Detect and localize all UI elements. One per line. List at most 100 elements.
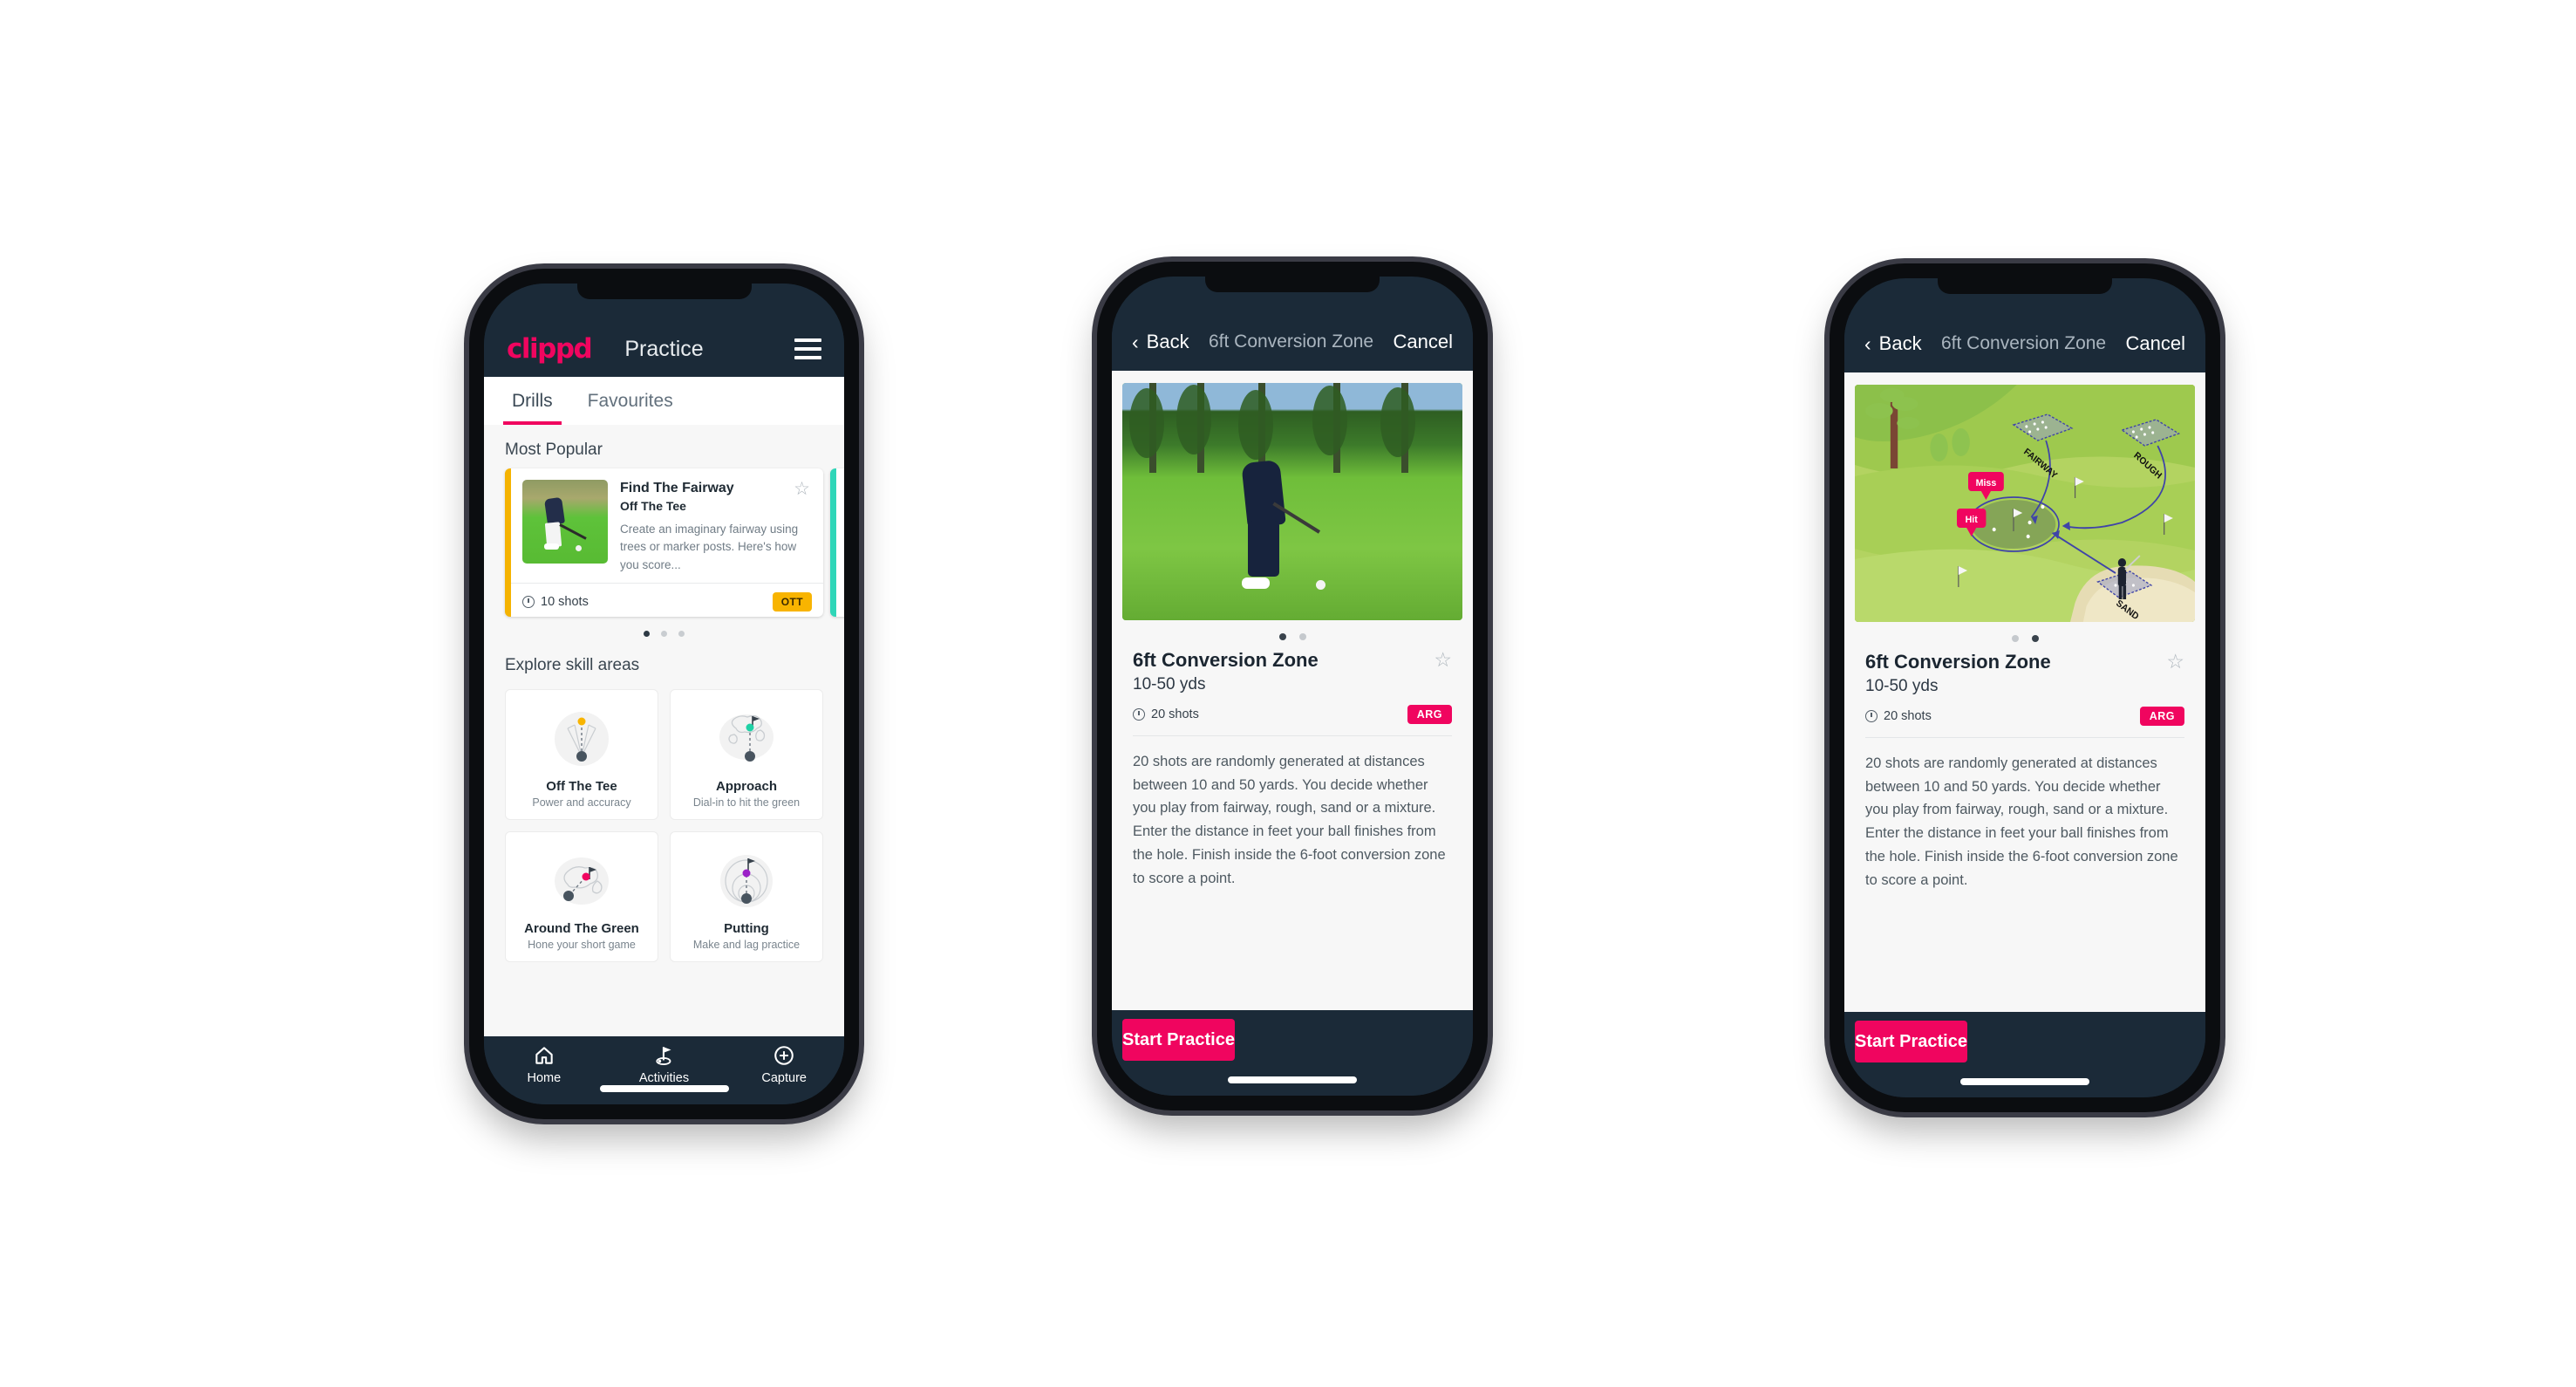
approach-green-icon xyxy=(678,702,815,775)
media-dot-1[interactable] xyxy=(2011,635,2019,642)
chevron-left-icon: ‹ xyxy=(1864,331,1871,355)
drill-thumbnail xyxy=(522,480,608,564)
home-indicator xyxy=(1960,1078,2089,1085)
home-indicator xyxy=(1228,1076,1357,1083)
detail-nav-bar: ‹ Back 6ft Conversion Zone Cancel xyxy=(1112,313,1473,371)
media-carousel-dots xyxy=(1112,620,1473,649)
drill-description: Create an imaginary fairway using trees … xyxy=(620,523,799,571)
media-dot-2[interactable] xyxy=(1298,633,1306,640)
detail-content: FAIRWAY ROUGH SAND Miss Hit ☆ 6ft Conver… xyxy=(1844,372,2205,1012)
nav-item-activities[interactable]: Activities xyxy=(604,1044,725,1085)
media-dot-1[interactable] xyxy=(1278,633,1286,640)
nav-label-activities: Activities xyxy=(638,1071,690,1085)
phone-drill-detail-photo: ‹ Back 6ft Conversion Zone Cancel ☆ 6ft … xyxy=(1097,262,1488,1110)
drill-media-illustration[interactable]: FAIRWAY ROUGH SAND Miss Hit xyxy=(1855,385,2195,622)
detail-nav-title: 6ft Conversion Zone xyxy=(1941,333,2107,353)
drill-title: 6ft Conversion Zone xyxy=(1133,649,1319,671)
back-button[interactable]: ‹ Back xyxy=(1864,332,1922,355)
detail-nav-bar: ‹ Back 6ft Conversion Zone Cancel xyxy=(1844,315,2205,372)
golf-course-diagram: FAIRWAY ROUGH SAND Miss Hit xyxy=(1855,385,2195,622)
drill-card-footer: 10 shots OTT xyxy=(511,582,823,617)
nav-label-capture: Capture xyxy=(761,1071,807,1085)
drill-card[interactable]: ☆ Find The Fairway Off The Tee Create an… xyxy=(505,468,823,617)
phone-drill-detail-diagram: ‹ Back 6ft Conversion Zone Cancel FAIRWA… xyxy=(1830,263,2220,1112)
putting-rings-icon xyxy=(678,844,815,918)
clock-icon xyxy=(522,595,535,608)
drill-skill: Off The Tee xyxy=(620,499,686,514)
drill-media-photo[interactable] xyxy=(1122,383,1462,620)
detail-content: ☆ 6ft Conversion Zone 10-50 yds 20 shots… xyxy=(1112,371,1473,1010)
skill-name: Around The Green xyxy=(524,921,639,936)
plus-circle-icon xyxy=(774,1046,794,1065)
drill-card-top: ☆ Find The Fairway Off The Tee Create an… xyxy=(511,468,823,583)
carousel-dot-1[interactable] xyxy=(644,631,650,637)
drill-card-next-peek[interactable] xyxy=(830,468,844,617)
back-label: Back xyxy=(1878,332,1922,354)
notch xyxy=(576,284,752,299)
phone-practice-list: clippd Practice Drills Favourites Most P… xyxy=(469,269,859,1119)
media-carousel-dots xyxy=(1844,622,2205,651)
start-practice-button[interactable]: Start Practice xyxy=(1122,1019,1235,1061)
drill-shots: 20 shots xyxy=(1865,709,1932,723)
skill-card-off-the-tee[interactable]: Off The Tee Power and accuracy xyxy=(505,689,658,820)
notch xyxy=(1938,278,2112,294)
tee-fan-icon xyxy=(513,702,651,775)
bottom-nav: Home Activities Capture xyxy=(484,1036,844,1104)
cancel-button[interactable]: Cancel xyxy=(1394,331,1453,353)
section-most-popular: Most Popular xyxy=(505,441,603,459)
drill-distance-range: 10-50 yds xyxy=(1133,675,1206,694)
hamburger-menu-icon[interactable] xyxy=(794,338,821,359)
drill-shots-label: 20 shots xyxy=(1151,707,1199,721)
skill-subtitle: Hone your short game xyxy=(528,939,636,951)
start-practice-button[interactable]: Start Practice xyxy=(1855,1021,1967,1062)
detail-header: ☆ 6ft Conversion Zone 10-50 yds 20 shots… xyxy=(1112,649,1473,724)
svg-text:Hit: Hit xyxy=(1966,515,1979,525)
star-outline-icon[interactable]: ☆ xyxy=(794,480,810,498)
tab-drills[interactable]: Drills xyxy=(503,391,562,425)
skill-area-grid: Off The Tee Power and accuracy Approach … xyxy=(484,684,844,978)
back-button[interactable]: ‹ Back xyxy=(1132,331,1189,353)
detail-nav-title: 6ft Conversion Zone xyxy=(1209,331,1374,352)
drill-distance-range: 10-50 yds xyxy=(1865,677,1939,695)
drill-description: 20 shots are randomly generated at dista… xyxy=(1865,755,2178,888)
nav-item-home[interactable]: Home xyxy=(484,1044,604,1085)
carousel-dot-3[interactable] xyxy=(678,631,685,637)
carousel-dot-2[interactable] xyxy=(661,631,667,637)
drill-meta-row: 20 shots ARG xyxy=(1133,705,1452,724)
notch xyxy=(1205,277,1380,292)
phone3-screen: ‹ Back 6ft Conversion Zone Cancel FAIRWA… xyxy=(1844,278,2205,1097)
home-icon xyxy=(535,1047,553,1064)
phone1-screen: clippd Practice Drills Favourites Most P… xyxy=(484,284,844,1104)
drill-carousel[interactable]: ☆ Find The Fairway Off The Tee Create an… xyxy=(484,468,844,617)
tab-favourites[interactable]: Favourites xyxy=(579,391,682,425)
svg-text:Miss: Miss xyxy=(1976,478,1997,489)
nav-item-capture[interactable]: Capture xyxy=(724,1044,844,1085)
practice-content: Drills Favourites Most Popular ☆ Find Th… xyxy=(484,377,844,1036)
star-outline-icon[interactable]: ☆ xyxy=(2166,652,2184,672)
skill-subtitle: Power and accuracy xyxy=(532,796,631,809)
golfer-chipping-photo xyxy=(1122,383,1462,620)
skill-name: Off The Tee xyxy=(546,779,617,794)
skill-card-approach[interactable]: Approach Dial-in to hit the green xyxy=(670,689,823,820)
tab-bar: Drills Favourites xyxy=(484,377,844,425)
detail-header: ☆ 6ft Conversion Zone 10-50 yds 20 shots… xyxy=(1844,651,2205,726)
carousel-dots xyxy=(484,617,844,640)
chevron-left-icon: ‹ xyxy=(1132,330,1139,353)
status-badge-arg: ARG xyxy=(1407,705,1452,724)
media-dot-2[interactable] xyxy=(2031,635,2039,642)
drill-shots: 20 shots xyxy=(1133,707,1199,721)
skill-card-putting[interactable]: Putting Make and lag practice xyxy=(670,831,823,962)
skill-card-around-the-green[interactable]: Around The Green Hone your short game xyxy=(505,831,658,962)
status-badge-ott: OTT xyxy=(772,591,812,612)
cancel-button[interactable]: Cancel xyxy=(2126,332,2185,355)
drill-shots-label: 20 shots xyxy=(1884,709,1932,723)
home-indicator xyxy=(599,1085,729,1092)
star-outline-icon[interactable]: ☆ xyxy=(1434,650,1452,670)
drill-description: 20 shots are randomly generated at dista… xyxy=(1133,754,1446,886)
clippd-logo: clippd xyxy=(507,333,593,365)
clock-icon xyxy=(1133,708,1145,721)
chip-green-icon xyxy=(513,844,651,918)
drill-title: 6ft Conversion Zone xyxy=(1865,651,2051,673)
skill-subtitle: Make and lag practice xyxy=(692,939,801,951)
drill-meta-row: 20 shots ARG xyxy=(1865,707,2184,726)
